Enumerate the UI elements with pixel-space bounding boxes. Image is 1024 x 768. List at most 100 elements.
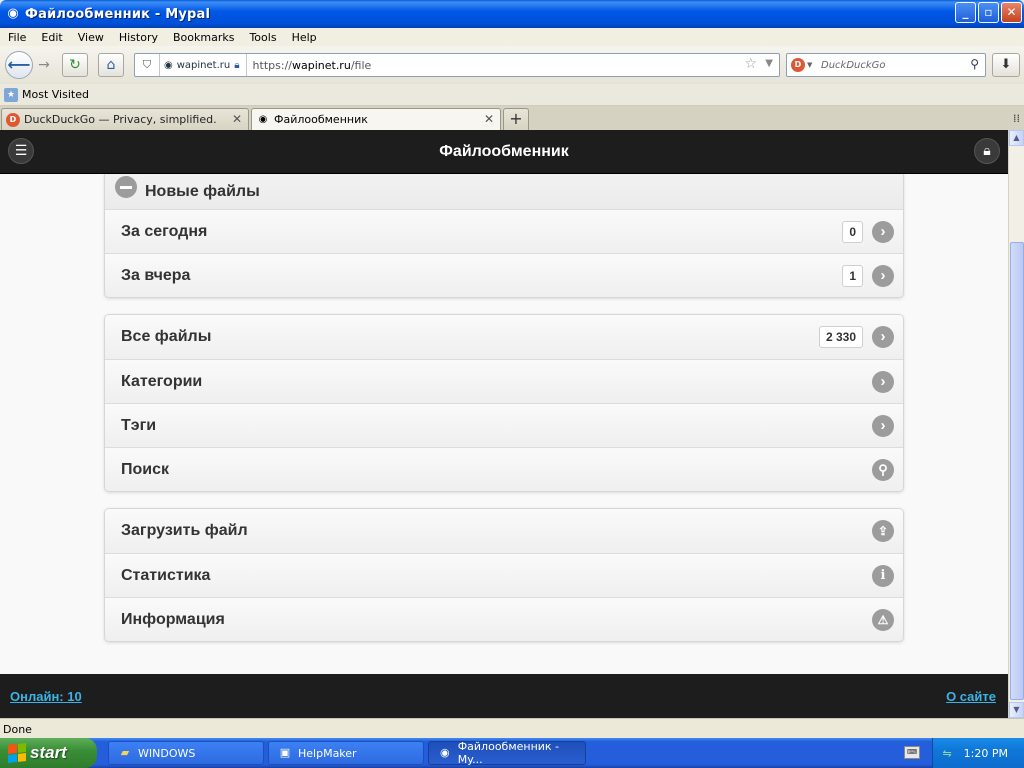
info-icon: i bbox=[872, 565, 894, 587]
system-tray: ⇋ 1:20 PM bbox=[932, 738, 1024, 768]
about-site-link[interactable]: О сайте bbox=[946, 689, 996, 704]
duckduckgo-icon: D bbox=[6, 112, 20, 127]
shield-icon[interactable]: ⛉ bbox=[135, 58, 159, 72]
url-text[interactable]: https://wapinet.ru/file bbox=[247, 59, 372, 72]
search-bar[interactable]: D ▼ DuckDuckGo ⚲ bbox=[786, 53, 986, 77]
list-item-information[interactable]: Информация ⚠ bbox=[105, 597, 903, 641]
taskbar-item-mypal[interactable]: ◉ Файлообменник - My... bbox=[428, 740, 586, 766]
site-title: Файлообменник bbox=[439, 143, 569, 160]
close-button[interactable]: ✕ bbox=[1001, 2, 1022, 23]
scroll-down-icon[interactable]: ▼ bbox=[1009, 702, 1024, 718]
taskbar-item-label: WINDOWS bbox=[138, 746, 196, 760]
list-item-label: Статистика bbox=[121, 566, 211, 584]
list-item-search[interactable]: Поиск ⚲ bbox=[105, 447, 903, 491]
tab-fileshare[interactable]: ◉ Файлообменник ✕ bbox=[251, 108, 501, 130]
downloads-button[interactable]: ⬇ bbox=[992, 53, 1020, 77]
mypal-eye-icon: ◉ bbox=[164, 59, 173, 71]
minimize-button[interactable]: _ bbox=[955, 2, 976, 23]
menu-help[interactable]: Help bbox=[284, 31, 324, 44]
list-item-label: За вчера bbox=[121, 266, 191, 284]
download-icon: ⬇ bbox=[1000, 57, 1012, 72]
most-visited-bookmark[interactable]: Most Visited bbox=[22, 88, 89, 101]
list-item-today[interactable]: За сегодня 0 › bbox=[105, 209, 903, 253]
url-dropdown-icon[interactable]: ▼ bbox=[765, 58, 773, 69]
count-badge: 0 bbox=[842, 221, 863, 243]
taskbar-item-label: HelpMaker bbox=[298, 746, 357, 760]
online-users-link[interactable]: Онлайн: 10 bbox=[10, 689, 82, 704]
duckduckgo-icon: D bbox=[791, 58, 805, 72]
arrow-right-icon: → bbox=[38, 57, 50, 73]
clock[interactable]: 1:20 PM bbox=[964, 747, 1008, 760]
close-tab-icon[interactable]: ✕ bbox=[232, 112, 242, 126]
forward-button[interactable]: → bbox=[33, 55, 55, 75]
search-icon[interactable]: ⚲ bbox=[970, 57, 979, 71]
tab-list-icon[interactable]: ⁞⁞ bbox=[1013, 112, 1020, 125]
status-bar: Done bbox=[0, 718, 1024, 738]
site-header: ☰ Файлообменник 🔒︎ bbox=[0, 130, 1008, 174]
bookmark-star-icon[interactable]: ☆ bbox=[744, 56, 757, 72]
reload-button[interactable]: ↻ bbox=[62, 53, 88, 77]
vertical-scrollbar[interactable]: ▲ ▼ bbox=[1008, 130, 1024, 718]
list-item-tags[interactable]: Тэги › bbox=[105, 403, 903, 447]
status-text: Done bbox=[3, 723, 32, 736]
collapse-icon bbox=[115, 176, 137, 198]
menu-history[interactable]: History bbox=[111, 31, 165, 44]
bookmark-folder-icon: ★ bbox=[4, 87, 18, 102]
maximize-button[interactable]: ▫ bbox=[978, 2, 999, 23]
keyboard-icon[interactable]: ⌨ bbox=[904, 746, 920, 759]
list-item-yesterday[interactable]: За вчера 1 › bbox=[105, 253, 903, 297]
page-viewport: ☰ Файлообменник 🔒︎ Новые файлы За сегодн… bbox=[0, 130, 1008, 718]
list-item-label: Поиск bbox=[121, 460, 170, 478]
window-titlebar[interactable]: ◉ Файлообменник - Mypal _ ▫ ✕ bbox=[0, 0, 1024, 28]
login-button[interactable]: 🔒︎ bbox=[974, 138, 1000, 164]
lock-icon: 🔒︎ bbox=[983, 143, 991, 159]
arrow-right-icon: › bbox=[872, 415, 894, 437]
close-tab-icon[interactable]: ✕ bbox=[484, 112, 494, 126]
menu-file[interactable]: File bbox=[0, 31, 33, 44]
list-item-categories[interactable]: Категории › bbox=[105, 359, 903, 403]
tab-duckduckgo[interactable]: D DuckDuckGo — Privacy, simplified. ✕ bbox=[1, 108, 249, 130]
new-files-heading[interactable]: Новые файлы bbox=[105, 174, 903, 209]
site-identity[interactable]: ◉ wapinet.ru 🔒︎ bbox=[159, 54, 247, 76]
reload-icon: ↻ bbox=[69, 57, 81, 73]
menu-bookmarks[interactable]: Bookmarks bbox=[165, 31, 241, 44]
taskbar-item-helpmaker[interactable]: ▣ HelpMaker bbox=[268, 741, 424, 765]
menu-tools[interactable]: Tools bbox=[241, 31, 283, 44]
arrow-right-icon: › bbox=[872, 221, 894, 243]
new-files-heading-label: Новые файлы bbox=[145, 182, 260, 200]
search-engine-selector[interactable]: D ▼ bbox=[787, 58, 817, 72]
menu-edit[interactable]: Edit bbox=[33, 31, 69, 44]
list-item-statistics[interactable]: Статистика i bbox=[105, 553, 903, 597]
helpmaker-icon: ▣ bbox=[279, 746, 291, 759]
arrow-left-icon: ⟵ bbox=[7, 55, 31, 74]
taskbar-item-windows[interactable]: ▰ WINDOWS bbox=[108, 741, 264, 765]
tab-label: DuckDuckGo — Privacy, simplified. bbox=[24, 113, 217, 126]
list-item-upload[interactable]: Загрузить файл ⇪ bbox=[105, 509, 903, 553]
actions-group: Загрузить файл ⇪ Статистика i Информация… bbox=[104, 508, 904, 642]
list-item-label: Все файлы bbox=[121, 328, 212, 345]
search-icon: ⚲ bbox=[872, 459, 894, 481]
list-item-label: Категории bbox=[121, 372, 203, 390]
folder-icon: ▰ bbox=[120, 746, 130, 759]
back-button[interactable]: ⟵ bbox=[5, 51, 33, 79]
list-item-label: Загрузить файл bbox=[121, 522, 248, 539]
menu-view[interactable]: View bbox=[70, 31, 111, 44]
new-tab-button[interactable]: + bbox=[503, 108, 529, 130]
url-path: /file bbox=[350, 58, 372, 72]
arrow-right-icon: › bbox=[872, 265, 894, 287]
list-item-label: Тэги bbox=[121, 416, 157, 434]
start-button[interactable]: start bbox=[0, 738, 97, 768]
scroll-up-icon[interactable]: ▲ bbox=[1009, 130, 1024, 146]
home-button[interactable]: ⌂ bbox=[98, 53, 124, 77]
window-title: Файлообменник - Mypal bbox=[25, 6, 211, 22]
chevron-down-icon: ▼ bbox=[807, 61, 813, 69]
scroll-thumb[interactable] bbox=[1010, 242, 1024, 700]
home-icon: ⌂ bbox=[106, 57, 116, 73]
url-bar[interactable]: ⛉ ◉ wapinet.ru 🔒︎ https://wapinet.ru/fil… bbox=[134, 53, 780, 77]
navigation-toolbar: ⟵ → ↻ ⌂ ⛉ ◉ wapinet.ru 🔒︎ https://wapine… bbox=[0, 46, 1024, 84]
list-item-all-files[interactable]: Все файлы 2 330 › bbox=[105, 315, 903, 359]
tab-label: Файлообменник bbox=[274, 113, 368, 126]
mypal-eye-icon: ◉ bbox=[7, 6, 19, 21]
network-icon[interactable]: ⇋ bbox=[942, 747, 951, 760]
site-footer: Онлайн: 10 О сайте bbox=[0, 674, 1008, 718]
